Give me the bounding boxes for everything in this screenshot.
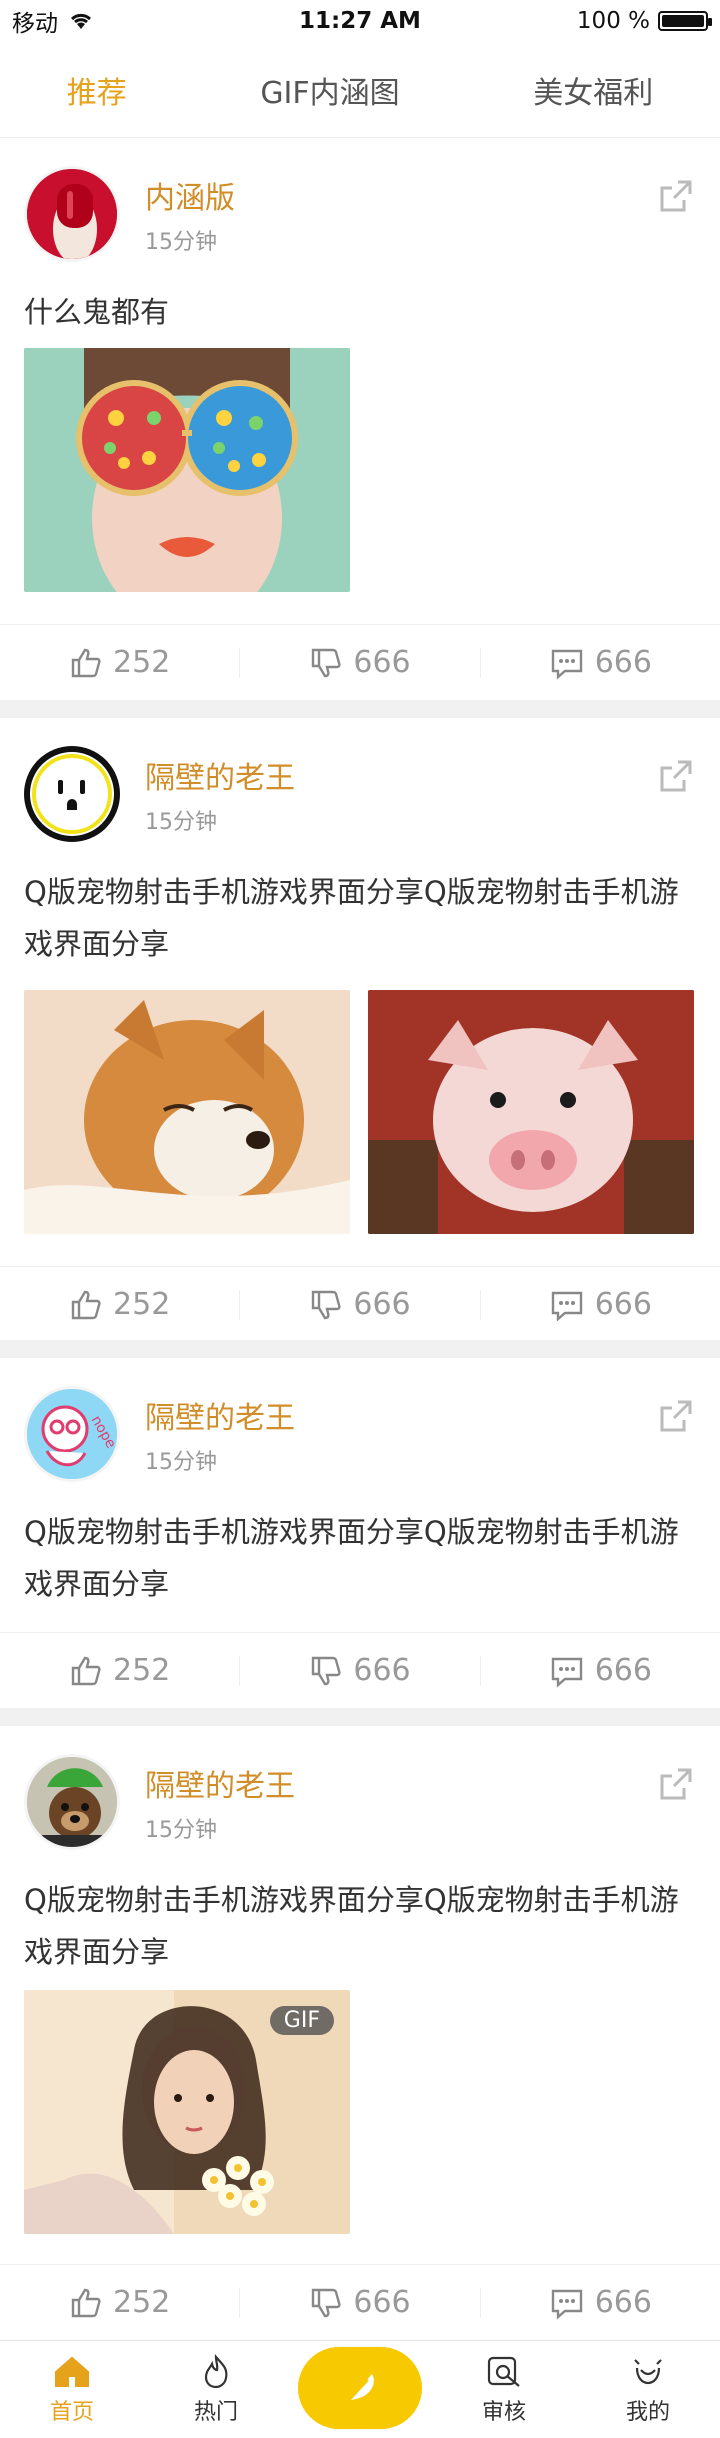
- comment-icon: [551, 2289, 582, 2320]
- share-icon[interactable]: [656, 1396, 696, 1436]
- comment-count: 666: [594, 2285, 652, 2320]
- tab-recommend[interactable]: 推荐: [67, 68, 127, 112]
- divider: [0, 1708, 720, 1726]
- dislike-count: 666: [353, 1653, 411, 1688]
- nav-hot-label: 热门: [193, 2399, 238, 2425]
- post-image[interactable]: [24, 348, 350, 592]
- like-button[interactable]: 252: [0, 1653, 239, 1688]
- thumbs-down-icon: [312, 2288, 341, 2317]
- dislike-button[interactable]: 666: [240, 645, 479, 680]
- thumbs-down-icon: [312, 1656, 341, 1685]
- post-text: 什么鬼都有: [24, 295, 170, 329]
- like-button[interactable]: 252: [0, 1287, 239, 1322]
- like-count: 252: [113, 1287, 171, 1322]
- nav-home[interactable]: 首页: [0, 2354, 144, 2426]
- username[interactable]: 内涵版: [145, 173, 235, 217]
- nav-review[interactable]: 审核: [432, 2354, 576, 2426]
- thumbs-up-icon: [71, 2288, 101, 2317]
- divider: [0, 1340, 720, 1358]
- share-icon[interactable]: [656, 756, 696, 796]
- nav-profile[interactable]: 我的: [576, 2354, 720, 2426]
- post-card: 隔壁的老王 15分钟 Q版宠物射击手机游戏界面分享Q版宠物射击手机游戏界面分享: [0, 1726, 720, 2340]
- nav-home-label: 首页: [49, 2399, 94, 2425]
- post-time: 15分钟: [145, 810, 217, 835]
- home-icon: [55, 2356, 89, 2387]
- dislike-count: 666: [353, 645, 411, 680]
- comment-button[interactable]: 666: [481, 1653, 720, 1688]
- comment-button[interactable]: 666: [481, 1287, 720, 1322]
- thumbs-up-icon: [71, 1656, 101, 1685]
- gif-badge: GIF: [269, 2006, 334, 2035]
- post-card: nope 隔壁的老王 15分钟 Q版宠物射击手机游戏界面分享Q版宠物射击手机游戏…: [0, 1358, 720, 1708]
- comment-button[interactable]: 666: [481, 2285, 720, 2320]
- flame-icon: [204, 2353, 228, 2388]
- avatar[interactable]: [24, 166, 120, 262]
- avatar[interactable]: [24, 746, 120, 842]
- dislike-button[interactable]: 666: [240, 1287, 479, 1322]
- avatar[interactable]: [24, 1754, 120, 1850]
- comment-button[interactable]: 666: [481, 645, 720, 680]
- comment-icon: [551, 649, 582, 680]
- post-time: 15分钟: [145, 1818, 217, 1843]
- thumbs-up-icon: [71, 1290, 101, 1319]
- tab-gif[interactable]: GIF内涵图: [260, 68, 399, 112]
- dislike-count: 666: [353, 2285, 411, 2320]
- comment-count: 666: [594, 1287, 652, 1322]
- status-bar: 移动 11:27 AM 100 %: [0, 0, 720, 42]
- face-icon: [634, 2358, 662, 2384]
- comment-count: 666: [594, 645, 652, 680]
- thumbs-down-icon: [312, 648, 341, 677]
- post-card: 隔壁的老王 15分钟 Q版宠物射击手机游戏界面分享Q版宠物射击手机游戏界面分享: [0, 718, 720, 1340]
- post-card: 内涵版 15分钟 什么鬼都有 252 666 666: [0, 138, 720, 700]
- comment-icon: [551, 1657, 582, 1688]
- bottom-navigation: 首页 热门 审核 我的: [0, 2340, 720, 2438]
- dislike-button[interactable]: 666: [240, 1653, 479, 1688]
- username[interactable]: 隔壁的老王: [145, 1393, 295, 1437]
- like-button[interactable]: 252: [0, 2285, 239, 2320]
- divider: [0, 700, 720, 718]
- compose-button[interactable]: [298, 2346, 422, 2429]
- feather-icon: [345, 2373, 374, 2405]
- dislike-button[interactable]: 666: [240, 2285, 479, 2320]
- username[interactable]: 隔壁的老王: [145, 753, 295, 797]
- nav-review-label: 审核: [481, 2399, 526, 2425]
- post-image[interactable]: [368, 990, 694, 1234]
- share-icon[interactable]: [656, 176, 696, 216]
- post-time: 15分钟: [145, 1450, 217, 1475]
- share-icon[interactable]: [656, 1764, 696, 1804]
- dislike-count: 666: [353, 1287, 411, 1322]
- post-time: 15分钟: [145, 230, 217, 255]
- nav-post[interactable]: [288, 2346, 432, 2429]
- username[interactable]: 隔壁的老王: [145, 1761, 295, 1805]
- post-actions: 252 666 666: [0, 624, 720, 700]
- like-count: 252: [113, 645, 171, 680]
- review-icon: [487, 2356, 520, 2387]
- thumbs-up-icon: [71, 648, 101, 677]
- like-count: 252: [113, 2285, 171, 2320]
- nav-profile-label: 我的: [625, 2399, 670, 2425]
- comment-count: 666: [594, 1653, 652, 1688]
- like-button[interactable]: 252: [0, 645, 239, 680]
- thumbs-down-icon: [312, 1290, 341, 1319]
- status-time: 11:27 AM: [299, 8, 421, 34]
- nav-hot[interactable]: 热门: [144, 2353, 288, 2426]
- post-actions: 252 666 666: [0, 1632, 720, 1708]
- post-actions: 252 666 666: [0, 1266, 720, 1342]
- battery-icon: [658, 11, 712, 31]
- post-text: Q版宠物射击手机游戏界面分享Q版宠物射击手机游戏界面分享: [24, 1883, 679, 1969]
- like-count: 252: [113, 1653, 171, 1688]
- comment-icon: [551, 1291, 582, 1322]
- post-actions: 252 666 666: [0, 2264, 720, 2340]
- post-image[interactable]: GIF: [24, 1990, 350, 2234]
- top-tabs: 推荐 GIF内涵图 美女福利: [0, 42, 720, 138]
- avatar[interactable]: nope: [24, 1386, 120, 1482]
- tab-beauty[interactable]: 美女福利: [533, 68, 653, 112]
- post-image[interactable]: [24, 990, 350, 1234]
- post-text: Q版宠物射击手机游戏界面分享Q版宠物射击手机游戏界面分享: [24, 1515, 679, 1601]
- post-text: Q版宠物射击手机游戏界面分享Q版宠物射击手机游戏界面分享: [24, 875, 679, 961]
